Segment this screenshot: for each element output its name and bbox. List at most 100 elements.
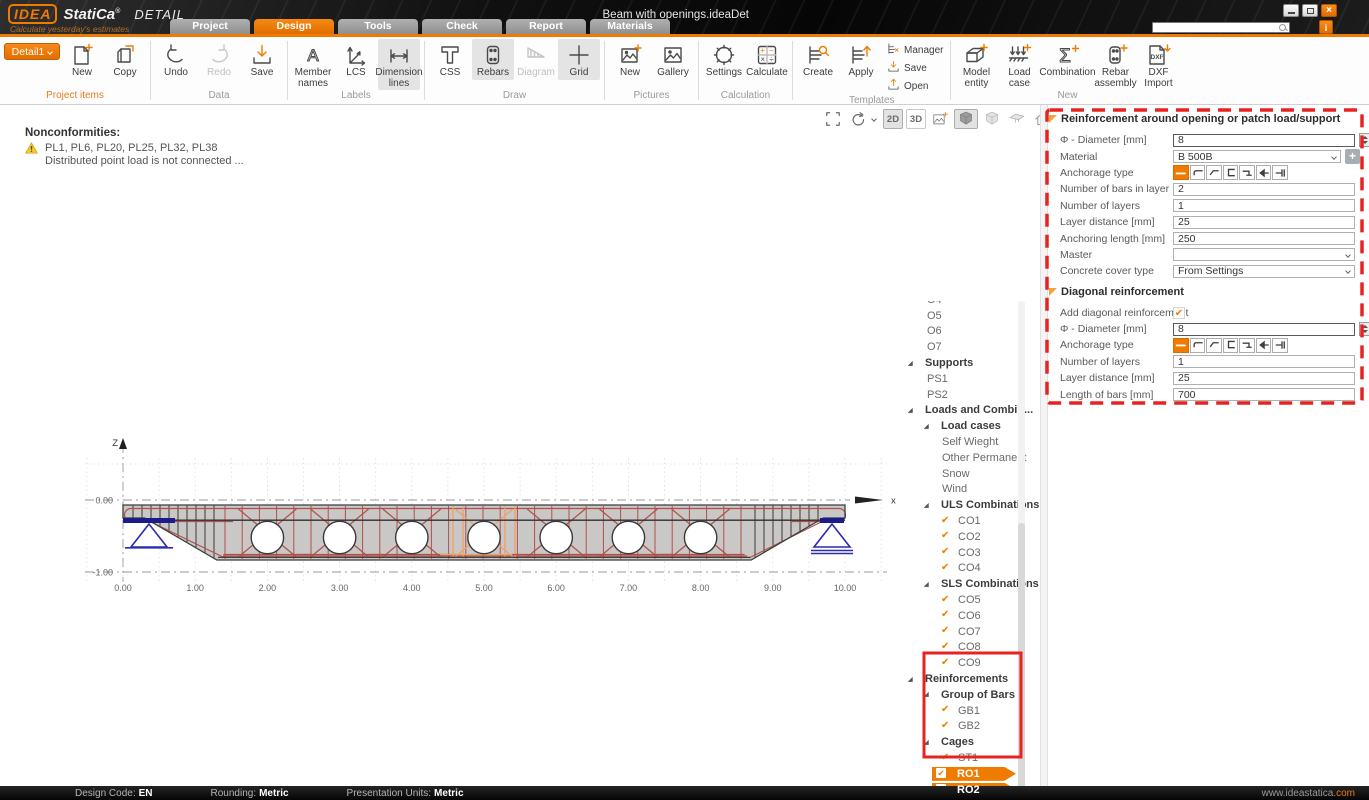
model-entity-button[interactable]: Model entity: [955, 39, 997, 90]
tree-expander-icon[interactable]: ◢: [924, 502, 929, 509]
fit-view-icon[interactable]: [822, 109, 844, 129]
orbit-icon[interactable]: [847, 109, 869, 129]
new-button[interactable]: New: [61, 39, 103, 80]
anchorage-type-1-button[interactable]: [1173, 338, 1189, 353]
number-of-layers-input[interactable]: 1: [1173, 199, 1355, 212]
minimize-button[interactable]: [1283, 4, 1299, 17]
anchorage-type-4-button[interactable]: [1223, 165, 1239, 180]
tree-expander-icon[interactable]: ◢: [924, 423, 929, 430]
master-dropdown[interactable]: [1173, 248, 1355, 261]
anchorage-type-6-button[interactable]: [1256, 165, 1272, 180]
rebar-assembly-button[interactable]: Rebar assembly: [1094, 39, 1136, 90]
length-of-bars-mm-input[interactable]: 700: [1173, 388, 1355, 401]
anchoring-length-mm-input[interactable]: 250: [1173, 232, 1355, 245]
tab-project[interactable]: Project: [170, 19, 250, 34]
layer-distance-mm-input[interactable]: 25: [1173, 216, 1355, 229]
tab-check[interactable]: Check: [422, 19, 502, 34]
solid-view-icon[interactable]: [954, 109, 978, 129]
checkbox[interactable]: ✔: [941, 625, 949, 636]
spinner-control[interactable]: [1359, 322, 1369, 336]
section-header[interactable]: Diagonal reinforcement: [1048, 284, 1369, 300]
checkbox[interactable]: ✔: [941, 515, 949, 526]
tree-expander-icon[interactable]: ◢: [924, 581, 929, 588]
number-of-layers-input[interactable]: 1: [1173, 355, 1355, 368]
checkbox[interactable]: ✔: [941, 704, 949, 715]
create-button[interactable]: Create: [797, 39, 839, 80]
calculate-button[interactable]: +−×÷Calculate: [746, 39, 788, 80]
member-names-button[interactable]: AMember names: [292, 39, 334, 90]
add-material-button[interactable]: +: [1345, 149, 1360, 164]
new-picture-icon[interactable]: [929, 109, 951, 129]
spinner-control[interactable]: [1359, 133, 1369, 147]
tree-expander-icon[interactable]: ◢: [924, 691, 929, 698]
anchorage-type-3-button[interactable]: [1206, 338, 1222, 353]
settings-button[interactable]: Settings: [703, 39, 745, 80]
dimension-lines-button[interactable]: Dimension lines: [378, 39, 420, 90]
checkbox[interactable]: ✔: [941, 657, 949, 668]
combination-button[interactable]: ΣCombination: [1041, 39, 1093, 80]
anchorage-type-2-button[interactable]: [1190, 165, 1206, 180]
anchorage-type-7-button[interactable]: [1272, 165, 1288, 180]
checkbox[interactable]: ✔: [941, 562, 949, 573]
nonconformity-codes[interactable]: PL1, PL6, PL20, PL25, PL32, PL38: [45, 142, 244, 155]
load-case-button[interactable]: Load case: [998, 39, 1040, 90]
undo-button[interactable]: Undo: [155, 39, 197, 80]
panel-splitter[interactable]: [1040, 105, 1048, 786]
manager-button[interactable]: Manager: [883, 42, 946, 59]
tab-design[interactable]: Design: [254, 19, 334, 34]
diameter-mm-input[interactable]: 8: [1173, 134, 1355, 147]
open-button[interactable]: Open: [883, 78, 946, 95]
copy-button[interactable]: Copy: [104, 39, 146, 80]
checkbox[interactable]: ✔: [941, 594, 949, 605]
view-3d-button[interactable]: 3D: [906, 109, 926, 129]
anchorage-type-7-button[interactable]: [1272, 338, 1288, 353]
new-button[interactable]: New: [609, 39, 651, 80]
tree-scrollbar[interactable]: [1018, 301, 1025, 800]
maximize-button[interactable]: [1302, 4, 1318, 17]
diameter-mm-input[interactable]: 8: [1173, 323, 1355, 336]
save-button[interactable]: Save: [883, 60, 946, 77]
section-header[interactable]: Reinforcement around opening or patch lo…: [1048, 111, 1369, 127]
detail-selector-button[interactable]: Detail1: [4, 43, 60, 60]
anchorage-type-5-button[interactable]: [1239, 165, 1255, 180]
search-input[interactable]: [1153, 23, 1279, 32]
lcs-button[interactable]: LCS: [335, 39, 377, 80]
beam-drawing[interactable]: Zx0.00-1.000.001.002.003.004.005.006.007…: [55, 430, 915, 602]
checkbox[interactable]: ✔: [941, 609, 949, 620]
concrete-cover-type-dropdown[interactable]: From Settings: [1173, 265, 1355, 278]
checkbox[interactable]: ✔: [941, 752, 949, 763]
layer-distance-mm-input[interactable]: 25: [1173, 372, 1355, 385]
website-link[interactable]: www.ideastatica.com: [1262, 788, 1355, 799]
close-button[interactable]: ×: [1321, 4, 1337, 17]
add-diagonal-reinforcement-checkbox[interactable]: ✔: [1173, 307, 1185, 319]
tree-expander-icon[interactable]: ◢: [908, 407, 913, 414]
info-button[interactable]: i: [1319, 20, 1333, 34]
tab-materials[interactable]: Materials: [590, 19, 670, 34]
checkbox[interactable]: ✔: [941, 530, 949, 541]
grid-button[interactable]: Grid: [558, 39, 600, 80]
tree-expander-icon[interactable]: ◢: [924, 739, 929, 746]
checkbox[interactable]: ✔: [936, 768, 946, 778]
anchorage-type-6-button[interactable]: [1256, 338, 1272, 353]
number-of-bars-in-layer-input[interactable]: 2: [1173, 183, 1355, 196]
anchorage-type-2-button[interactable]: [1190, 338, 1206, 353]
gallery-button[interactable]: Gallery: [652, 39, 694, 80]
apply-button[interactable]: Apply: [840, 39, 882, 80]
checkbox[interactable]: ✔: [941, 546, 949, 557]
dxf-import-button[interactable]: DXFDXF Import: [1137, 39, 1179, 90]
anchorage-type-3-button[interactable]: [1206, 165, 1222, 180]
anchorage-type-5-button[interactable]: [1239, 338, 1255, 353]
checkbox[interactable]: ✔: [941, 720, 949, 731]
view-2d-button[interactable]: 2D: [883, 109, 903, 129]
tab-tools[interactable]: Tools: [338, 19, 418, 34]
anchorage-type-1-button[interactable]: [1173, 165, 1189, 180]
tree-scrollbar-thumb[interactable]: [1018, 523, 1025, 800]
css-button[interactable]: CSS: [429, 39, 471, 80]
save-button[interactable]: Save: [241, 39, 283, 80]
tree-expander-icon[interactable]: ◢: [908, 360, 913, 367]
transparent-view-icon[interactable]: [981, 109, 1003, 129]
rebars-button[interactable]: Rebars: [472, 39, 514, 80]
checkbox[interactable]: ✔: [941, 641, 949, 652]
tab-report[interactable]: Report: [506, 19, 586, 34]
chevron-down-icon[interactable]: [871, 116, 877, 122]
